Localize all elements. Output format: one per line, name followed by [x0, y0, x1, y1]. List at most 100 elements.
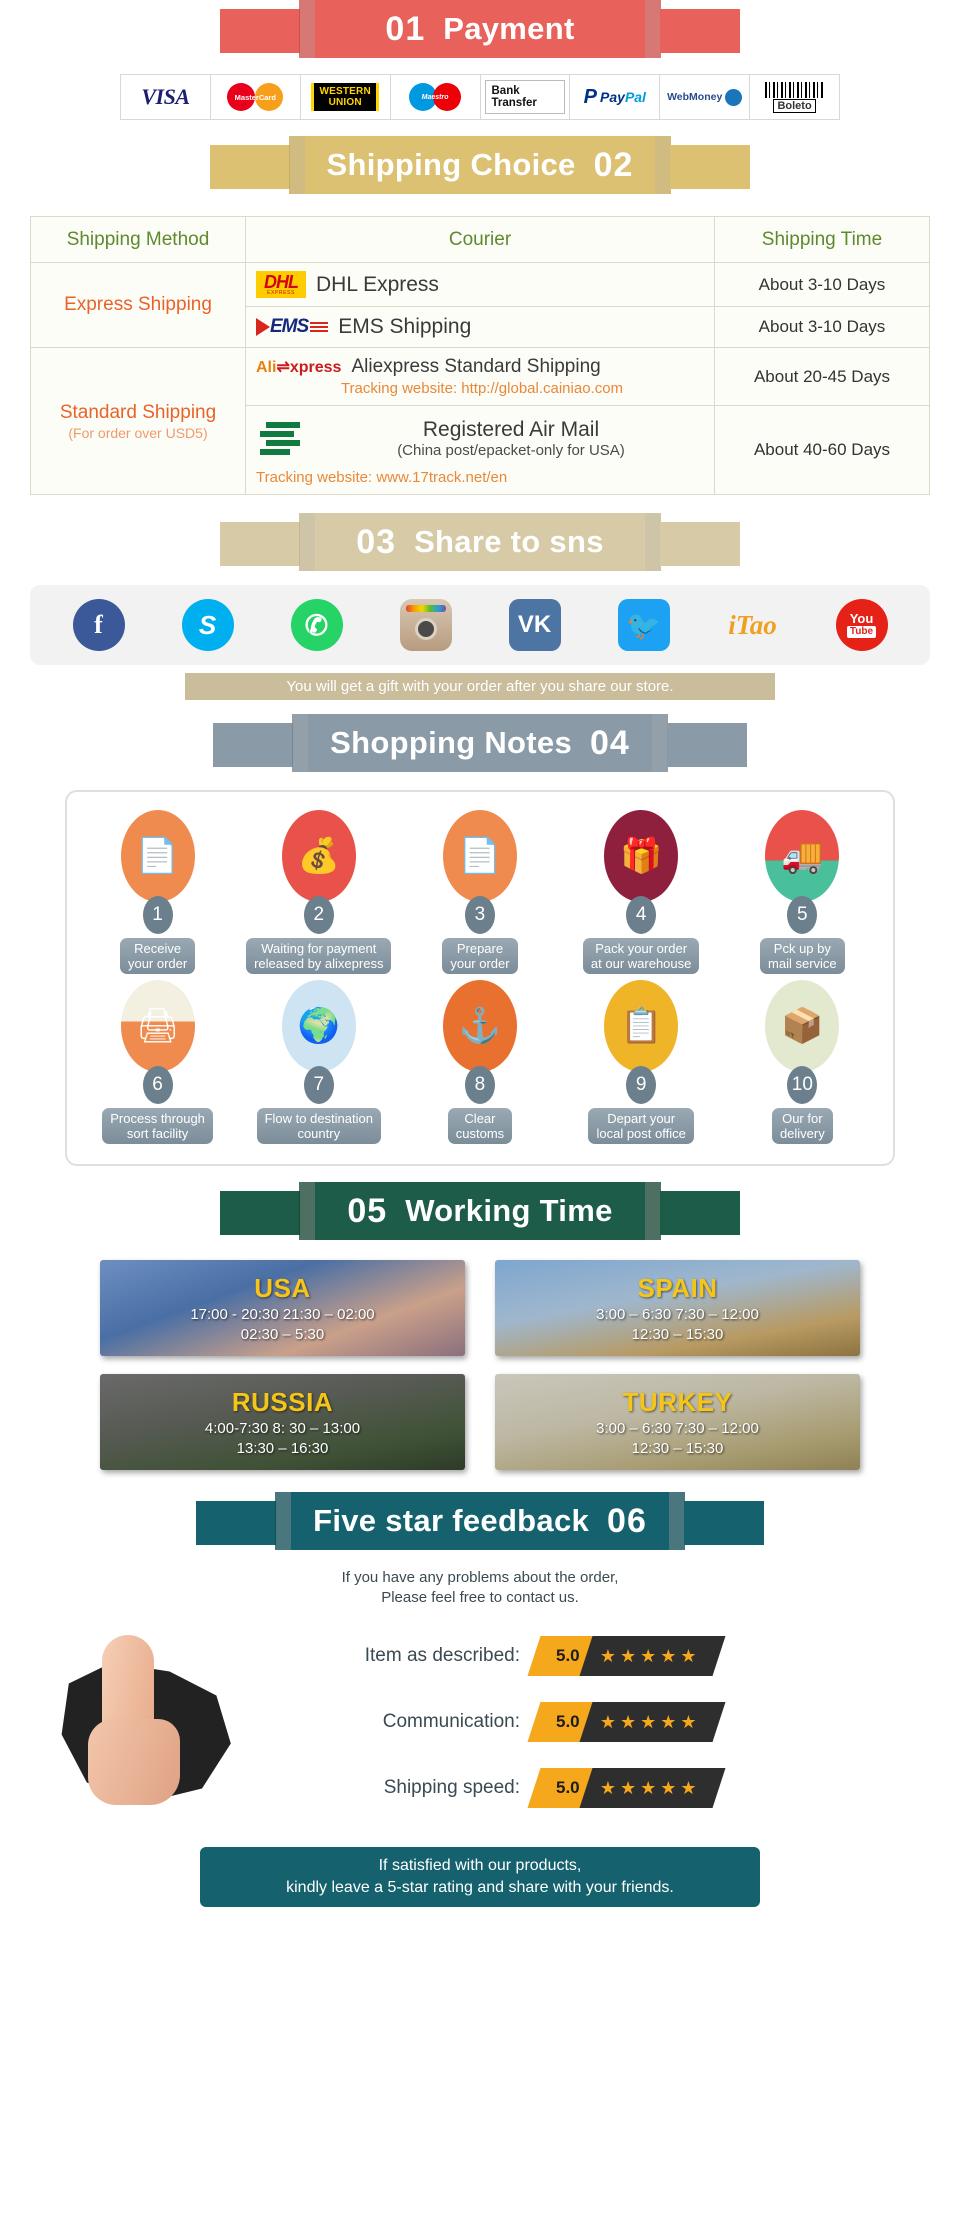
- ribbon-fold-left: [299, 1182, 315, 1240]
- maestro-label: Maestro: [421, 93, 449, 101]
- banner-line1: If satisfied with our products,: [378, 1857, 582, 1874]
- cell-time-airmail: About 40-60 Days: [714, 405, 930, 495]
- instagram-icon[interactable]: [399, 599, 452, 651]
- wu-line2: UNION: [328, 97, 362, 108]
- ribbon-center: Shipping Choice 02: [304, 136, 656, 194]
- country-hours: 3:00 – 6:30 7:30 – 12:00 12:30 – 15:30: [596, 1420, 759, 1457]
- feedback-intro-line2: Please feel free to contact us.: [381, 1589, 579, 1606]
- cell-time-dhl: About 3-10 Days: [714, 262, 930, 307]
- gift-box-icon: 🎁: [604, 810, 679, 902]
- list-item: 🚚 5 Pck up by mail service: [727, 810, 877, 974]
- china-post-logo: [256, 420, 300, 458]
- shopping-notes-box: 📄 1 Receive your order 💰 2 Waiting for p…: [65, 790, 895, 1166]
- ribbon-wing-right: [660, 1191, 740, 1235]
- payment-method-webmoney: WebMoney: [660, 75, 751, 119]
- ribbon-wing-right: [670, 145, 751, 189]
- clipboard-icon: 📋: [604, 980, 679, 1072]
- step-label: Flow to destination country: [256, 1108, 381, 1144]
- ribbon-wing-left: [196, 1501, 277, 1545]
- payment-method-mastercard: MasterCard: [211, 75, 301, 119]
- webmoney-label: WebMoney: [667, 91, 723, 103]
- itao-icon[interactable]: iTao: [727, 599, 779, 651]
- money-bag-icon: 💰: [281, 810, 356, 902]
- barcode-icon: [764, 81, 825, 98]
- section-number: 01: [385, 10, 426, 48]
- ribbon-fold-left: [299, 0, 315, 58]
- method-label: Standard Shipping: [59, 402, 217, 424]
- step-number: 4: [626, 896, 657, 934]
- status-badge: 5.0 ★★★★★: [527, 1701, 725, 1742]
- step-number: 8: [464, 1066, 495, 1104]
- whatsapp-icon[interactable]: ✆: [290, 599, 343, 651]
- header-shipping-method: Shipping Method: [30, 216, 246, 263]
- twitter-icon[interactable]: 🐦: [617, 599, 670, 651]
- mastercard-logo: MasterCard: [227, 82, 284, 112]
- step-number: 1: [142, 896, 173, 934]
- list-item: 🌍 7 Flow to destination country: [244, 980, 394, 1144]
- step-label: Prepare your order: [442, 938, 518, 974]
- mastercard-label: MasterCard: [234, 92, 276, 102]
- list-item: 📋 9 Depart your local post office: [566, 980, 716, 1144]
- ribbon-fold-right: [651, 714, 668, 772]
- cell-courier-dhl: DHL EXPRESS DHL Express: [245, 262, 715, 307]
- feedback-ratings-area: Item as described: 5.0 ★★★★★ Communicati…: [30, 1614, 930, 1829]
- webmoney-logo: WebMoney: [667, 88, 743, 106]
- share-gift-note: You will get a gift with your order afte…: [185, 673, 775, 700]
- aliexpress-logo: Ali⇌xpress: [256, 359, 342, 376]
- rating-label: Item as described:: [364, 1644, 520, 1666]
- step-number: 7: [303, 1066, 334, 1104]
- western-union-logo: WESTERN UNION: [311, 83, 379, 111]
- ribbon-fold-left: [292, 714, 309, 772]
- visa-logo: VISA: [141, 84, 190, 109]
- ribbon-wing-right: [660, 9, 740, 53]
- working-time-card-usa: USA 17:00 - 20:30 21:30 – 02:00 02:30 – …: [100, 1260, 465, 1356]
- header-courier: Courier: [245, 216, 715, 263]
- courier-label: Registered Air Mail: [422, 418, 600, 441]
- step-number: 9: [626, 1066, 657, 1104]
- ems-logo: EMS: [256, 316, 329, 338]
- skype-icon[interactable]: S: [181, 599, 234, 651]
- step-label: Receive your order: [119, 938, 196, 974]
- paypal-part2: Pal: [624, 89, 646, 105]
- cell-time-ems: About 3-10 Days: [714, 306, 930, 348]
- list-item: 🎁 4 Pack your order at our warehouse: [566, 810, 716, 974]
- product-info-graphic: 01 Payment VISA MasterCard WESTERN UNION…: [0, 0, 960, 1907]
- ribbon-fold-left: [299, 513, 315, 571]
- ribbon-wing-left: [213, 723, 294, 767]
- facebook-icon[interactable]: f: [72, 599, 125, 651]
- youtube-top-label: You: [849, 610, 874, 626]
- method-sub-label: (For order over USD5): [68, 424, 208, 441]
- cell-courier-ems: EMS EMS Shipping: [245, 306, 715, 348]
- thumbs-up-image: [30, 1617, 300, 1827]
- ribbon-wing-right: [666, 723, 747, 767]
- country-name: USA: [254, 1273, 311, 1303]
- step-label: Clear customs: [447, 1108, 513, 1144]
- step-number: 10: [787, 1066, 818, 1104]
- thumb-icon: [88, 1634, 180, 1805]
- payment-method-maestro: Maestro: [391, 75, 481, 119]
- youtube-icon[interactable]: You Tube: [835, 599, 888, 651]
- section-title: Five star feedback: [313, 1503, 590, 1538]
- section-number: 06: [607, 1502, 647, 1540]
- section-number: 02: [593, 146, 634, 184]
- ribbon-fold-right: [645, 513, 661, 571]
- payment-method-visa: VISA: [121, 75, 211, 119]
- boleto-logo: Boleto: [764, 81, 825, 113]
- table-row: Standard Shipping (For order over USD5) …: [30, 347, 930, 495]
- feedback-intro: If you have any problems about the order…: [0, 1568, 960, 1608]
- ribbon-fold-left: [288, 136, 305, 194]
- feedback-call-to-action-banner: If satisfied with our products, kindly l…: [200, 1847, 760, 1907]
- rating-label: Communication:: [382, 1710, 520, 1732]
- step-label: Pack your order at our warehouse: [582, 938, 700, 974]
- list-item: 📦 10 Our for delivery: [727, 980, 877, 1144]
- vk-icon[interactable]: VK: [508, 599, 561, 651]
- ribbon-center: Shopping Notes 04: [308, 714, 652, 772]
- ribbon-fold-right: [655, 136, 672, 194]
- ems-triangle-icon: [256, 318, 270, 336]
- list-item: ⚓ 8 Clear customs: [405, 980, 555, 1144]
- working-time-card-spain: SPAIN 3:00 – 6:30 7:30 – 12:00 12:30 – 1…: [495, 1260, 860, 1356]
- working-time-card-russia: RUSSIA 4:00-7:30 8: 30 – 13:00 13:30 – 1…: [100, 1374, 465, 1470]
- ali-logo-sub: xpress: [289, 359, 342, 376]
- ribbon-center: 03 Share to sns: [315, 513, 645, 571]
- ribbon-wing-left: [220, 1191, 300, 1235]
